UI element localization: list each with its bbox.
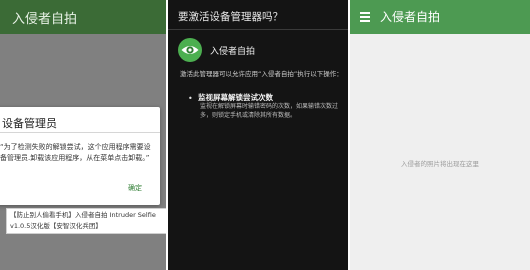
caption-line-1: 【防止别人偷看手机】入侵者自拍 Intruder Selfie: [10, 211, 156, 219]
right-screen: 入侵者自拍 入侵者的照片将出现在这里: [350, 0, 530, 270]
image-caption: 【防止别人偷看手机】入侵者自拍 Intruder Selfie v1.0.5汉化…: [6, 208, 166, 234]
bullet-icon: •: [188, 94, 193, 103]
policy-description: 监视在解锁屏幕时输错密码的次数，如果输错次数过多，则锁定手机或清除其所有数据。: [200, 103, 339, 119]
middle-screen: 要激活设备管理器吗？ 入侵者自拍 激活此管理器可以允许应用“入侵者自拍”执行以下…: [168, 0, 348, 270]
menu-icon[interactable]: [360, 12, 370, 22]
device-admin-dialog: 设备管理员 “为了检测失败的解锁尝试，这个应用程序需要设备管理员.卸载该应用程序…: [0, 107, 160, 205]
left-screen: 入侵者自拍 设备管理员 “为了检测失败的解锁尝试，这个应用程序需要设备管理员.卸…: [0, 0, 166, 270]
caption-line-2: v1.0.5汉化版【安智汉化兵团】: [10, 222, 102, 230]
dialog-title: 设备管理员: [2, 117, 57, 130]
header-divider: [168, 29, 348, 30]
empty-state-text: 入侵者的照片将出现在这里: [401, 160, 479, 168]
toolbar: 入侵者自拍: [350, 0, 530, 34]
toolbar: 入侵者自拍: [0, 0, 166, 34]
dialog-divider: [0, 132, 160, 133]
app-name: 入侵者自拍: [210, 47, 256, 57]
dialog-message: “为了检测失败的解锁尝试，这个应用程序需要设备管理员.卸载该应用程序，从在菜单点…: [0, 143, 151, 162]
app-title: 入侵者自拍: [380, 10, 441, 24]
ok-button[interactable]: 确定: [128, 183, 142, 193]
activation-description: 激活此管理器可以允许应用“入侵者自拍”执行以下操作：: [180, 70, 343, 78]
app-title: 入侵者自拍: [12, 12, 78, 27]
activation-question: 要激活设备管理器吗？: [178, 11, 283, 23]
eye-icon: [178, 38, 202, 62]
